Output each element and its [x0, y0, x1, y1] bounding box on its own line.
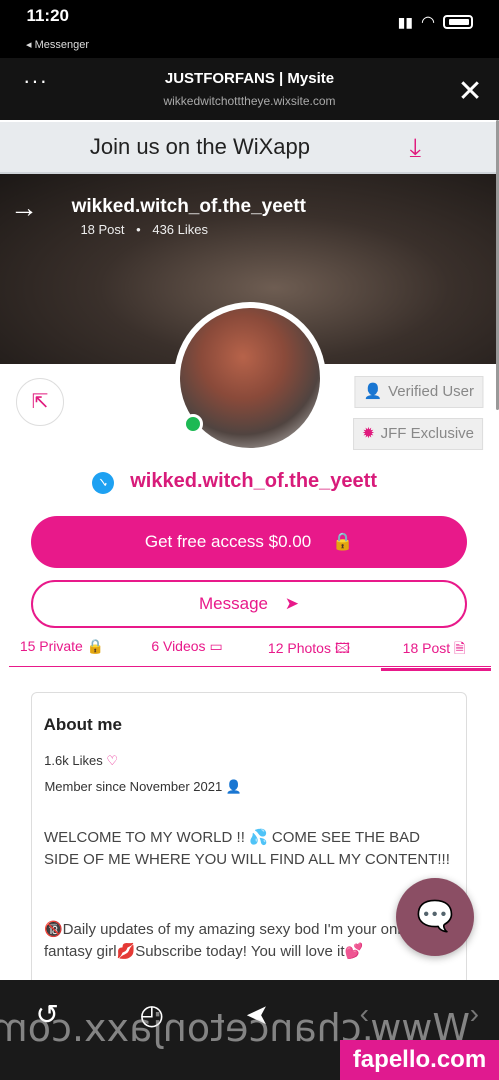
status-time: 11:20: [26, 6, 69, 25]
signal-icon: ▮▮: [397, 13, 414, 30]
cover-likes: 436 Likes: [151, 222, 208, 237]
status-bar: 11:20 ◂ Messenger ◠ ▮▮: [0, 0, 499, 58]
wifi-icon: ◠: [421, 14, 435, 31]
browser-bar: ✕ ··· JUSTFORFANS | Mysite wikkedwitchot…: [0, 58, 499, 120]
video-icon: ▭: [209, 638, 223, 654]
about-title: About me: [44, 715, 123, 734]
cover-posts: 18 Post: [80, 222, 125, 237]
get-free-access-button[interactable]: Get free access $0.00 🔒: [31, 516, 467, 568]
user-icon: 👤: [363, 383, 383, 400]
tab-photos[interactable]: 12 Photos 🖾: [256, 638, 366, 668]
back-arrow-icon[interactable]: ‹: [470, 998, 479, 1030]
online-indicator: [183, 414, 203, 434]
document-icon: 🗎: [454, 640, 466, 656]
about-welcome: WELCOME TO MY WORLD !! 💦 COME SEE THE BA…: [44, 829, 450, 868]
verified-user-badge: 👤 Verified User: [354, 376, 483, 408]
download-icon[interactable]: ⤓: [410, 132, 422, 164]
page-title: JUSTFORFANS | Mysite: [164, 70, 335, 87]
message-button[interactable]: Message ➤: [31, 580, 467, 628]
lock-icon: 🔒: [86, 638, 105, 654]
profile-username: wikked.witch_of.the_yeett: [130, 470, 377, 492]
send-icon: ➤: [284, 594, 299, 613]
cover-meta: 18 Post • 436 Likes: [80, 222, 208, 237]
image-icon: 🖾: [334, 640, 351, 656]
page-url: wikkedwitchotttheye.wixsite.com: [163, 94, 336, 108]
mirrored-screen: 11:20 ◂ Messenger ◠ ▮▮ ✕ ··· JUSTFORFANS…: [0, 0, 499, 1080]
heart-icon: ♡: [106, 753, 118, 768]
jff-exclusive-badge: ✹ JFF Exclusive: [353, 418, 483, 450]
source-badge: fapello.com: [340, 1040, 499, 1080]
tab-videos[interactable]: 6 Videos ▭: [134, 638, 244, 661]
tabs-underline: [9, 666, 491, 667]
lock-icon: 🔒: [331, 532, 354, 551]
tab-private[interactable]: 15 Private 🔒: [9, 638, 119, 661]
about-likes: 1.6k Likes ♡: [44, 753, 118, 768]
about-updates: 🔞Daily updates of my amazing sexy bod I'…: [44, 921, 421, 960]
verified-check-icon: ✓: [92, 472, 114, 494]
cover-name: wikked.witch_of.the_yeett: [72, 196, 307, 217]
content-tabs: 18 Post 🗎 12 Photos 🖾 6 Videos ▭ 15 Priv…: [0, 636, 499, 671]
seal-icon: ✹: [362, 425, 375, 442]
about-member-since: Member since November 2021 👤: [44, 779, 242, 794]
arrow-right-icon[interactable]: →: [10, 192, 38, 224]
back-to-app-link[interactable]: ◂ Messenger: [26, 38, 89, 51]
wix-app-banner[interactable]: Join us on the WiXapp ⤓: [0, 122, 499, 174]
more-options-icon[interactable]: ···: [22, 68, 47, 94]
share-icon[interactable]: ⇱: [16, 378, 64, 426]
chat-bubble-button[interactable]: 💬: [396, 878, 474, 956]
page-root: 11:20 ◂ Messenger ◠ ▮▮ ✕ ··· JUSTFORFANS…: [0, 0, 499, 1080]
user-icon: 👤: [225, 779, 242, 794]
battery-icon: [443, 15, 473, 29]
close-icon[interactable]: ✕: [455, 74, 485, 109]
status-icons: ◠ ▮▮: [398, 12, 473, 32]
about-section: About me 1.6k Likes ♡ Member since Novem…: [31, 692, 467, 992]
wix-banner-text: Join us on the WiXapp: [90, 134, 311, 159]
